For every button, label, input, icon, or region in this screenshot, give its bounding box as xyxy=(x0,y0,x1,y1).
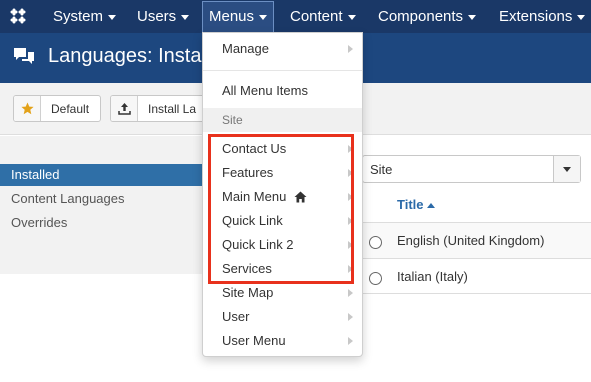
language-title: Italian (Italy) xyxy=(397,269,468,284)
sidebar-item-installed[interactable]: Installed xyxy=(0,164,203,186)
speech-bubbles-icon xyxy=(14,48,34,64)
row-radio[interactable] xyxy=(369,272,382,285)
nav-menus[interactable]: Menus xyxy=(202,1,275,33)
column-header-title[interactable]: Title xyxy=(397,197,435,212)
upload-icon xyxy=(111,96,138,121)
caret-down-icon xyxy=(181,14,190,20)
caret-down-icon xyxy=(347,14,356,20)
client-filter-select[interactable]: Site xyxy=(362,155,581,183)
row-radio[interactable] xyxy=(369,236,382,249)
table-row: Italian (Italy) xyxy=(362,258,591,294)
nav-users[interactable]: Users xyxy=(137,0,190,33)
language-title: English (United Kingdom) xyxy=(397,233,545,248)
menu-item-user[interactable]: User xyxy=(203,305,362,329)
table-row: English (United Kingdom) xyxy=(362,222,591,258)
caret-down-icon xyxy=(108,14,117,20)
caret-down-icon xyxy=(468,14,477,20)
submenu-arrow-icon xyxy=(348,45,353,53)
default-button-label: Default xyxy=(51,101,90,116)
nav-content[interactable]: Content xyxy=(290,0,356,33)
page-title: Languages: Insta xyxy=(48,45,202,67)
highlight-box xyxy=(208,134,354,284)
nav-components[interactable]: Components xyxy=(378,0,477,33)
menu-item-user-menu[interactable]: User Menu xyxy=(203,329,362,353)
sidebar-item-overrides[interactable]: Overrides xyxy=(0,212,203,234)
sidebar: Installed Content Languages Overrides xyxy=(0,136,203,274)
nav-extensions[interactable]: Extensions xyxy=(499,0,586,33)
install-language-button[interactable]: Install La xyxy=(110,95,210,122)
submenu-arrow-icon xyxy=(348,289,353,297)
caret-down-icon xyxy=(577,14,586,20)
submenu-arrow-icon xyxy=(348,337,353,345)
sidebar-item-content-languages[interactable]: Content Languages xyxy=(0,188,203,210)
menu-item-manage[interactable]: Manage xyxy=(203,37,362,61)
top-navbar: System Users Menus Content Components Ex… xyxy=(0,0,591,33)
install-language-label: Install La xyxy=(148,101,197,116)
menu-section-site: Site xyxy=(203,108,362,132)
star-icon xyxy=(14,96,41,121)
joomla-logo-icon[interactable] xyxy=(8,6,28,26)
menu-item-all-menu-items[interactable]: All Menu Items xyxy=(203,79,362,103)
divider xyxy=(203,70,362,71)
select-arrow-icon[interactable] xyxy=(553,156,580,182)
default-button[interactable]: Default xyxy=(13,95,101,122)
client-filter-value: Site xyxy=(370,162,393,177)
menu-item-site-map[interactable]: Site Map xyxy=(203,281,362,305)
sort-ascending-icon xyxy=(426,203,435,209)
submenu-arrow-icon xyxy=(348,313,353,321)
caret-down-icon xyxy=(259,14,268,20)
nav-system[interactable]: System xyxy=(53,0,117,33)
